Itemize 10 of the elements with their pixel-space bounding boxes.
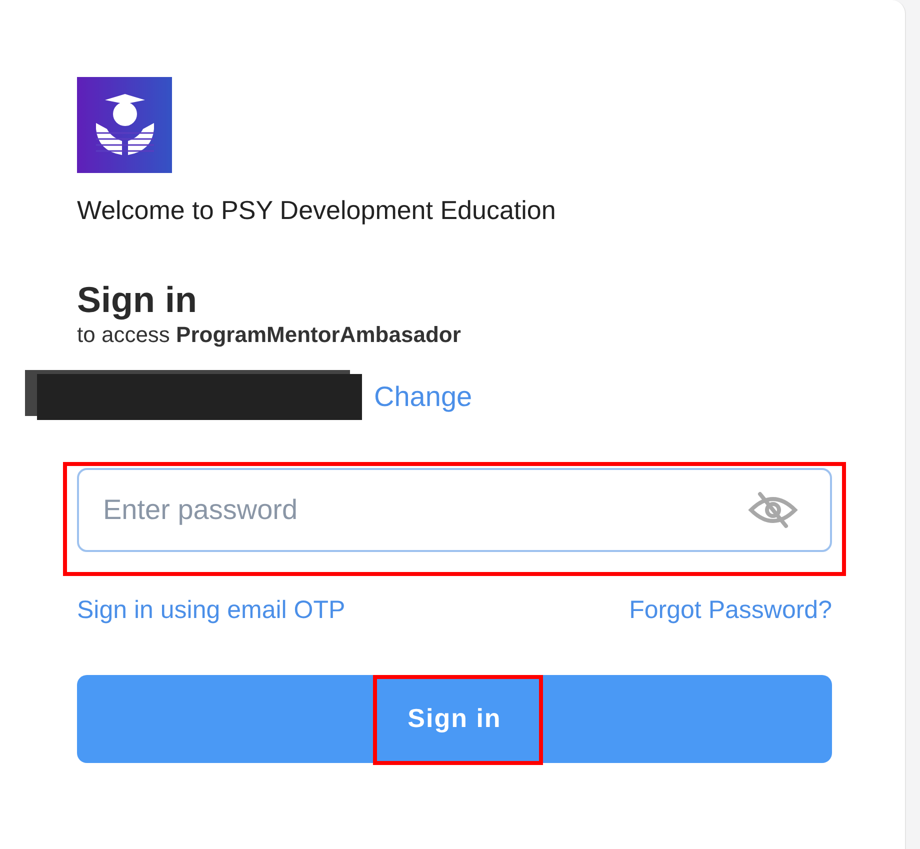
forgot-password-link[interactable]: Forgot Password?	[629, 596, 832, 625]
sign-in-button[interactable]: Sign in	[77, 674, 832, 763]
eye-off-icon[interactable]	[748, 490, 798, 530]
access-subtitle: to access ProgramMentorAmbasador	[77, 322, 462, 348]
welcome-text: Welcome to PSY Development Education	[77, 195, 557, 226]
otp-link[interactable]: Sign in using email OTP	[77, 596, 346, 625]
sign-in-heading: Sign in	[77, 280, 198, 320]
change-link[interactable]: Change	[374, 380, 472, 413]
password-field[interactable]: Enter password	[77, 468, 832, 552]
logo-icon	[77, 77, 172, 173]
